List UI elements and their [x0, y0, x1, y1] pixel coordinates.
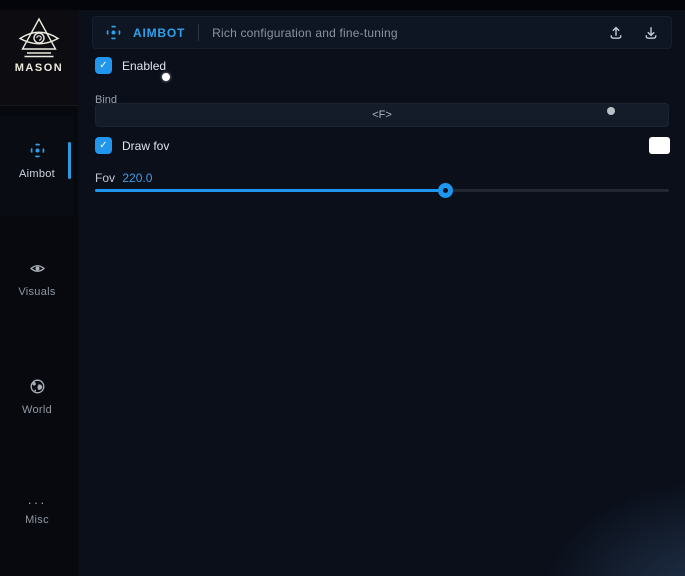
draw-fov-checkbox[interactable]: ✓ [95, 137, 112, 154]
window-top-strip [0, 0, 685, 10]
enabled-row: ✓ Enabled [95, 57, 166, 74]
check-icon: ✓ [99, 60, 107, 71]
cursor-dot [162, 73, 170, 81]
sidebar-item-misc[interactable]: ··· Misc [0, 498, 74, 526]
page-header: AIMBOT Rich configuration and fine-tunin… [92, 16, 672, 49]
fov-slider[interactable] [95, 187, 669, 195]
enabled-label: Enabled [122, 59, 166, 73]
logo-panel: MASON [0, 10, 78, 106]
globe-icon [29, 378, 46, 395]
sidebar-item-label: World [0, 404, 74, 416]
fov-slider-handle[interactable] [438, 183, 453, 198]
draw-fov-label: Draw fov [122, 139, 169, 153]
sidebar-item-label: Aimbot [0, 168, 74, 180]
fov-label: Fov [95, 171, 115, 185]
sidebar-item-aimbot[interactable]: Aimbot [0, 142, 74, 180]
fov-color-swatch[interactable] [649, 137, 670, 154]
header-actions [608, 25, 659, 41]
crosshair-icon [105, 24, 122, 41]
sidebar-item-visuals[interactable]: Visuals [0, 260, 74, 298]
fov-value: 220.0 [122, 171, 152, 185]
page-subtitle: Rich configuration and fine-tuning [212, 26, 398, 40]
decorative-dot [607, 107, 615, 115]
fov-label-row: Fov 220.0 [95, 171, 152, 185]
draw-fov-row: ✓ Draw fov [95, 137, 169, 154]
download-icon[interactable] [643, 25, 659, 41]
header-divider [198, 24, 199, 41]
check-icon: ✓ [99, 140, 107, 151]
sidebar: MASON Aimbot Visuals World ··· Misc [0, 10, 78, 576]
main-panel: AIMBOT Rich configuration and fine-tunin… [78, 10, 685, 576]
enabled-checkbox[interactable]: ✓ [95, 57, 112, 74]
sidebar-item-label: Misc [0, 514, 74, 526]
bind-value: <F> [372, 109, 392, 121]
upload-icon[interactable] [608, 25, 624, 41]
bind-input[interactable]: <F> [95, 103, 669, 127]
page-title: AIMBOT [133, 26, 185, 40]
ellipsis-icon: ··· [0, 498, 74, 510]
sidebar-item-label: Visuals [0, 286, 74, 298]
sidebar-item-world[interactable]: World [0, 378, 74, 416]
eye-icon [29, 260, 46, 277]
logo-text: MASON [15, 62, 63, 74]
fov-slider-fill [95, 189, 445, 192]
crosshair-icon [29, 142, 46, 159]
eye-pyramid-icon [15, 16, 63, 60]
